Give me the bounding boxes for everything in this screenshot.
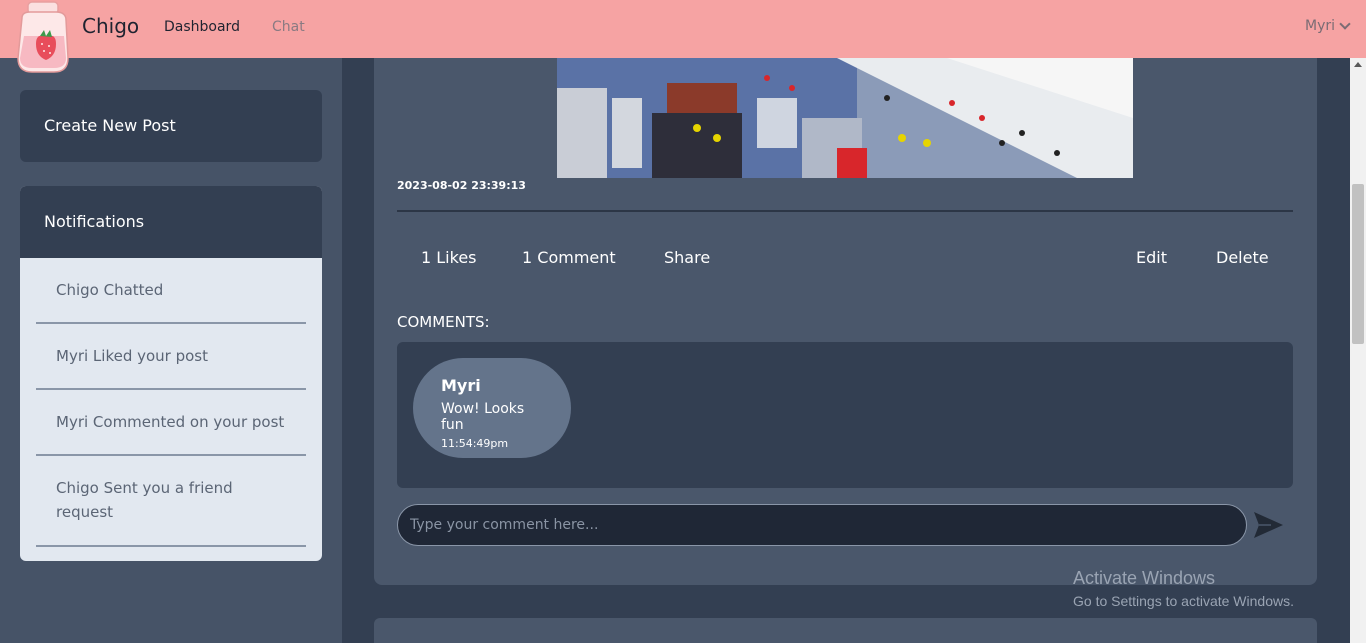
comments-list: Myri Wow! Looks fun 11:54:49pm (397, 342, 1293, 488)
notifications-title: Notifications (20, 186, 322, 258)
notifications-list: Chigo Chatted Myri Liked your post Myri … (20, 258, 322, 547)
notification-item[interactable]: Myri Liked your post (36, 324, 306, 390)
top-navbar: Chigo Dashboard Chat Myri (0, 0, 1366, 58)
comment-text: Wow! Looks fun (441, 401, 525, 433)
sidebar: Create New Post Notifications Chigo Chat… (0, 58, 342, 643)
likes-button[interactable]: 1 Likes (421, 248, 477, 267)
watermark-subtitle: Go to Settings to activate Windows. (1073, 593, 1294, 609)
user-menu[interactable]: Myri (1304, 18, 1351, 34)
windows-activation-watermark: Activate Windows Go to Settings to activ… (1073, 568, 1294, 609)
watermark-title: Activate Windows (1073, 568, 1216, 588)
scroll-up-arrow-icon[interactable] (1354, 62, 1362, 67)
strawberry-jar-logo-icon[interactable] (14, 0, 74, 74)
notifications-panel: Notifications Chigo Chatted Myri Liked y… (20, 186, 322, 561)
page-scrollbar[interactable] (1350, 58, 1366, 643)
create-new-post-button[interactable]: Create New Post (20, 90, 322, 162)
scroll-thumb[interactable] (1352, 184, 1364, 344)
brand-name[interactable]: Chigo (82, 14, 139, 38)
next-post-card (374, 618, 1317, 643)
divider (397, 210, 1293, 212)
user-name: Myri (1304, 18, 1335, 34)
comment-button[interactable]: 1 Comment (522, 248, 616, 267)
nav-dashboard-link[interactable]: Dashboard (164, 19, 240, 35)
notification-item[interactable]: Myri Commented on your post (36, 390, 306, 456)
comment-bubble: Myri Wow! Looks fun 11:54:49pm (413, 358, 571, 458)
chevron-down-icon (1339, 18, 1351, 30)
delete-button[interactable]: Delete (1216, 248, 1269, 267)
notification-item[interactable]: Chigo Sent you a friend request (36, 456, 306, 547)
main-feed: 2023-08-02 23:39:13 1 Likes 1 Comment Sh… (342, 58, 1350, 643)
nav-chat-link[interactable]: Chat (272, 19, 305, 35)
post-timestamp: 2023-08-02 23:39:13 (397, 179, 526, 192)
send-icon[interactable] (1251, 508, 1285, 542)
share-button[interactable]: Share (664, 248, 710, 267)
comments-label: COMMENTS: (397, 313, 490, 331)
notification-item[interactable]: Chigo Chatted (36, 258, 306, 324)
comment-author: Myri (441, 376, 481, 395)
comment-time: 11:54:49pm (441, 437, 509, 450)
post-card: 2023-08-02 23:39:13 1 Likes 1 Comment Sh… (374, 58, 1317, 585)
post-image (557, 58, 1133, 178)
comment-input[interactable] (397, 504, 1247, 546)
edit-button[interactable]: Edit (1136, 248, 1167, 267)
